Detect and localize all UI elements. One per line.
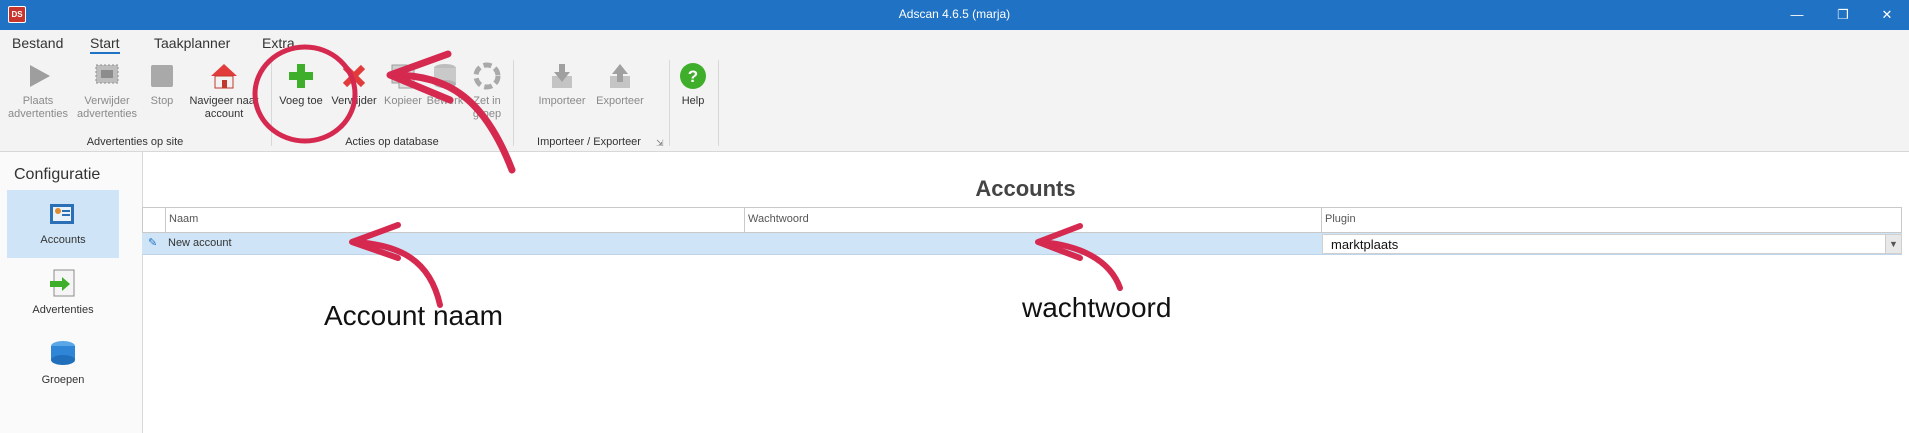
group-separator <box>513 60 514 146</box>
tab-taakplanner[interactable]: Taakplanner <box>154 35 230 51</box>
voeg-toe-label: Voeg toe <box>279 95 323 107</box>
tab-bestand[interactable]: Bestand <box>12 35 63 51</box>
zet-in-groep-button[interactable]: Zet in groep <box>466 62 508 121</box>
navigeer-naar-account-button[interactable]: Navigeer naar account <box>184 62 264 121</box>
export-icon <box>606 62 634 90</box>
help-button[interactable]: ? Help <box>676 62 710 108</box>
group-icon <box>473 62 501 90</box>
cell-naam[interactable]: New account <box>168 237 232 249</box>
remove-ads-icon <box>93 62 121 90</box>
group-label-advertenties: Advertenties op site <box>86 136 184 148</box>
sidebar-item-label: Accounts <box>40 234 86 246</box>
page-title: Accounts <box>975 176 1076 201</box>
copy-icon <box>389 62 417 90</box>
column-separator <box>165 208 166 232</box>
sidebar: Configuratie Accounts Advertenties Groep… <box>0 152 142 433</box>
bewerk-label: Bewerk <box>426 95 464 107</box>
close-icon[interactable]: ✕ <box>1864 0 1909 30</box>
sidebar-item-accounts[interactable]: Accounts <box>7 190 119 258</box>
zet-in-groep-label: Zet in groep <box>472 95 502 120</box>
help-label: Help <box>681 95 705 107</box>
home-icon <box>210 62 238 90</box>
help-icon: ? <box>679 62 707 90</box>
edit-pencil-icon: ✎ <box>148 237 158 249</box>
plus-icon <box>287 62 315 90</box>
importeer-button[interactable]: Importeer <box>534 62 590 108</box>
sidebar-item-label: Advertenties <box>32 304 94 316</box>
column-separator <box>1321 208 1322 232</box>
column-header-plugin[interactable]: Plugin <box>1325 213 1356 225</box>
importeer-label: Importeer <box>538 95 586 107</box>
app-window: DS Adscan 4.6.5 (marja) — ❐ ✕ Bestand St… <box>0 0 1909 433</box>
sidebar-title: Configuratie <box>14 166 101 183</box>
tab-start[interactable]: Start <box>90 35 120 54</box>
kopieer-button[interactable]: Kopieer <box>382 62 424 108</box>
window-title: Adscan 4.6.5 (marja) <box>898 7 1011 21</box>
column-separator <box>744 208 745 232</box>
accounts-icon <box>48 198 78 228</box>
table-row[interactable]: ✎ New account marktplaats ▼ <box>142 233 1902 255</box>
annotation-wachtwoord: wachtwoord <box>1022 292 1172 323</box>
verwijder-advertenties-button[interactable]: Verwijder advertenties <box>74 62 140 121</box>
voeg-toe-button[interactable]: Voeg toe <box>276 62 326 108</box>
ribbon: Plaats advertenties Verwijder advertenti… <box>0 54 1909 152</box>
svg-text:?: ? <box>688 67 698 86</box>
database-icon <box>431 62 459 90</box>
verwijder-button[interactable]: Verwijder <box>328 62 380 108</box>
exporteer-button[interactable]: Exporteer <box>592 62 648 108</box>
column-header-wachtwoord[interactable]: Wachtwoord <box>748 213 809 225</box>
group-label-importeer: Importeer / Exporteer <box>537 136 641 148</box>
bewerk-button[interactable]: Bewerk <box>424 62 466 108</box>
chevron-down-icon[interactable]: ▼ <box>1885 235 1901 253</box>
plugin-value: marktplaats <box>1331 237 1399 252</box>
plugin-select[interactable]: marktplaats ▼ <box>1322 234 1902 254</box>
restore-icon[interactable]: ❐ <box>1820 0 1866 30</box>
verwijder-advertenties-label: Verwijder advertenties <box>77 95 137 120</box>
delete-x-icon <box>340 62 368 90</box>
advertisements-icon <box>48 268 78 298</box>
verwijder-label: Verwijder <box>331 95 377 107</box>
group-separator <box>718 60 719 146</box>
title-bar: DS Adscan 4.6.5 (marja) — ❐ ✕ <box>0 0 1909 30</box>
import-icon <box>548 62 576 90</box>
stop-icon <box>148 62 176 90</box>
plaats-advertenties-button[interactable]: Plaats advertenties <box>4 62 72 121</box>
ribbon-tabs: Bestand Start Taakplanner Extra <box>0 30 1909 54</box>
column-header-naam[interactable]: Naam <box>169 213 198 225</box>
accounts-grid: Naam Wachtwoord Plugin ✎ New account mar… <box>142 207 1902 257</box>
stop-button[interactable]: Stop <box>142 62 182 108</box>
sidebar-item-groepen[interactable]: Groepen <box>7 330 119 398</box>
kopieer-label: Kopieer <box>384 95 422 107</box>
group-launcher-icon[interactable]: ⇲ <box>656 138 664 149</box>
grid-header: Naam Wachtwoord Plugin <box>142 207 1902 233</box>
group-label-acties: Acties op database <box>345 136 439 148</box>
exporteer-label: Exporteer <box>596 95 644 107</box>
plaats-advertenties-label: Plaats advertenties <box>8 95 68 120</box>
navigeer-naar-account-label: Navigeer naar account <box>189 95 259 120</box>
stop-label: Stop <box>150 95 174 107</box>
annotation-account-naam: Account naam <box>324 300 503 331</box>
tab-extra[interactable]: Extra <box>262 35 295 51</box>
group-separator <box>271 60 272 146</box>
sidebar-item-advertenties[interactable]: Advertenties <box>7 260 119 328</box>
minimize-icon[interactable]: — <box>1774 0 1820 30</box>
group-separator <box>669 60 670 146</box>
play-icon <box>24 62 52 90</box>
groups-icon <box>48 338 78 368</box>
sidebar-item-label: Groepen <box>41 374 85 386</box>
